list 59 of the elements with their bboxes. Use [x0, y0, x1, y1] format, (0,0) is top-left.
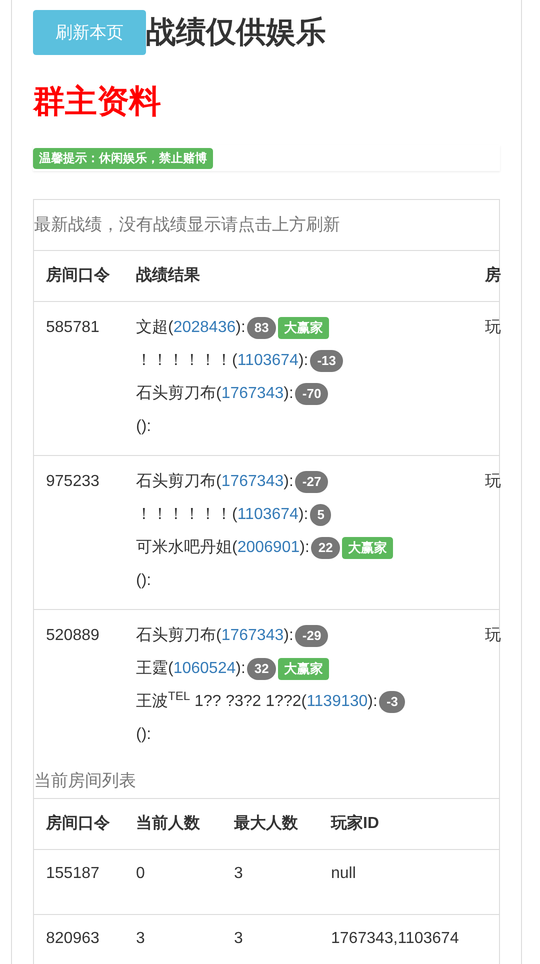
- column-header: 房间口令: [44, 813, 111, 834]
- player-entry: ():: [136, 570, 152, 590]
- player-id-link[interactable]: 1767343: [221, 626, 284, 644]
- column-header: 最大人数: [234, 814, 299, 834]
- winner-tag: 大赢家: [342, 536, 393, 558]
- room-code: 585781: [45, 318, 100, 338]
- score-badge: -13: [310, 350, 344, 372]
- score-badge: 5: [310, 504, 332, 526]
- table-cell-text: 3: [234, 929, 244, 949]
- table-cell-text: 820963: [45, 929, 100, 949]
- player-id-link[interactable]: 2028436: [173, 318, 236, 336]
- score-badge: -3: [379, 690, 406, 712]
- player-entry: ！！！！！！(1103674):: [136, 504, 308, 524]
- table-cell-text: 玩: [485, 626, 499, 646]
- table-cell-text: 1767343,1103674: [331, 929, 460, 949]
- notice-label: 温馨提示：休闲娱乐，禁止赌博: [33, 148, 213, 168]
- panel-caption: 当前房间列表: [34, 763, 499, 799]
- score-badge: 32: [247, 658, 276, 680]
- player-entry: ():: [136, 416, 152, 436]
- player-id-link[interactable]: 1139130: [306, 692, 368, 710]
- score-badge: -70: [295, 382, 328, 404]
- page-title: 战绩仅供娱乐: [146, 14, 326, 50]
- player-entry: 石头剪刀布(1767343):: [136, 472, 294, 492]
- column-header: 战绩结果: [136, 266, 201, 286]
- score-badge: -29: [295, 624, 328, 646]
- player-entry: 王波$^{TEL}$ 1?? ?3?2 1??2(1139130):: [136, 690, 378, 712]
- player-id-link[interactable]: 1767343: [221, 472, 284, 490]
- player-id-link[interactable]: 1060524: [173, 660, 236, 676]
- player-entry: ():: [136, 724, 152, 744]
- player-entry: 石头剪刀布(1767343):: [136, 384, 294, 404]
- score-badge: 83: [247, 316, 276, 338]
- player-entry: 石头剪刀布(1767343):: [136, 626, 294, 646]
- player-id-link[interactable]: 1103674: [237, 352, 298, 368]
- winner-tag: 大赢家: [278, 658, 329, 680]
- room-code: 520889: [45, 626, 100, 646]
- player-entry: ！！！！！！(1103674):: [136, 350, 308, 370]
- panel-caption: 最新战绩，没有战绩显示请点击上方刷新: [34, 200, 499, 251]
- column-header: 玩家ID: [331, 813, 380, 834]
- player-id-link[interactable]: 2006901: [237, 538, 300, 556]
- column-header: 房间口令: [44, 265, 111, 286]
- player-id-link[interactable]: 1103674: [237, 506, 298, 522]
- table-cell-text: 3: [234, 864, 244, 884]
- score-badge: -27: [295, 470, 328, 492]
- table-cell-text: null: [331, 864, 357, 884]
- room-code: 975233: [45, 472, 100, 492]
- column-header: 当前人数: [136, 814, 201, 834]
- table-cell-text: 玩: [485, 318, 499, 338]
- player-id-link[interactable]: 1767343: [221, 384, 284, 402]
- score-badge: 22: [311, 536, 340, 558]
- winner-tag: 大赢家: [278, 316, 329, 338]
- player-entry: 文超(2028436):: [136, 318, 246, 338]
- table-cell-text: 3: [136, 929, 146, 949]
- column-header: 房: [485, 265, 499, 286]
- player-entry: 可米水吧丹姐(2006901):: [136, 538, 310, 558]
- table-cell-text: 155187: [45, 864, 100, 884]
- player-entry: 王霆(1060524):: [136, 658, 246, 678]
- table-cell-text: 0: [136, 864, 146, 884]
- section-heading: 群主资料: [33, 82, 162, 121]
- table-cell-text: 玩: [485, 472, 499, 492]
